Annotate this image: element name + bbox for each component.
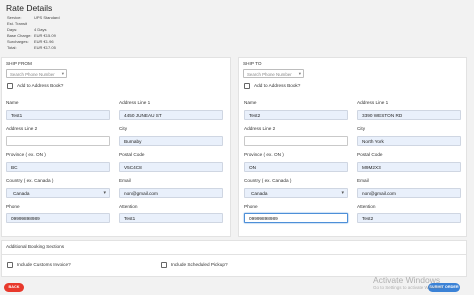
ship-to-title: SHIP TO: [243, 61, 262, 66]
ship-to-name-field[interactable]: Test2: [244, 110, 348, 120]
ship-from-phone-label: Phone: [6, 204, 20, 209]
ship-to-province-field[interactable]: ON: [244, 162, 348, 172]
ship-from-city-field[interactable]: Burnaby: [119, 136, 223, 146]
activate-windows-watermark: Activate Windows Go to Settings to activ…: [373, 275, 444, 290]
ship-from-province-field[interactable]: BC: [6, 162, 110, 172]
ship-from-province-label: Province ( ex. ON ): [6, 152, 46, 157]
ship-from-attention-label: Attention: [119, 204, 138, 209]
ship-from-address1-field[interactable]: 4450 JUNEAU ST: [119, 110, 223, 120]
ship-from-country-label: Country ( ex. Canada ): [6, 178, 54, 183]
back-button[interactable]: BACK: [4, 283, 24, 292]
rate-value: EUR €15.09: [34, 32, 56, 38]
ship-from-title: SHIP FROM: [6, 61, 32, 66]
rate-row: Total: EUR €17.05: [7, 45, 60, 51]
ship-from-email-label: Email: [119, 178, 131, 183]
rate-details: Rate Details: [6, 3, 52, 13]
ship-to-address-book-checkbox[interactable]: [244, 83, 250, 89]
scheduled-pickup-checkbox[interactable]: [161, 262, 167, 268]
customs-invoice-checkbox[interactable]: [7, 262, 13, 268]
ship-from-name-field[interactable]: Test1: [6, 110, 110, 120]
rate-value: EUR €17.05: [34, 44, 56, 50]
ship-to-postal-field[interactable]: M9M2X3: [357, 162, 461, 172]
rate-label: Total:: [7, 44, 17, 50]
rate-row: Est. Transit Days: 4 Days: [7, 21, 60, 33]
rate-label: Est. Transit Days:: [7, 20, 28, 32]
rate-rows: Service: UPS Standard Est. Transit Days: 4…: [7, 15, 60, 50]
ship-to-phone-field[interactable]: 09999898989: [244, 213, 348, 223]
ship-from-address2-field[interactable]: [6, 136, 110, 146]
ship-to-address2-field[interactable]: [244, 136, 348, 146]
rate-value: EUR €1.96: [34, 38, 54, 44]
customs-invoice-label: Include Customs Invoice?: [17, 262, 71, 267]
rate-value: UPS Standard: [34, 15, 60, 20]
additional-sections-title: Additional Booking Sections: [6, 244, 65, 249]
ship-to-country-label: Country ( ex. Canada ): [244, 178, 292, 183]
ship-to-address-book-label: Add to Address Book?: [254, 83, 301, 88]
watermark-title: Activate Windows: [373, 275, 441, 285]
ship-to-country-select[interactable]: Canada: [244, 188, 348, 198]
ship-from-address-book-checkbox[interactable]: [7, 83, 13, 89]
ship-to-city-label: City: [357, 126, 366, 131]
ship-from-postal-field[interactable]: V5C4C8: [119, 162, 223, 172]
ship-to-address1-field[interactable]: 3390 WESTON RD: [357, 110, 461, 120]
ship-from-postal-label: Postal Code: [119, 152, 145, 157]
ship-to-province-label: Province ( ex. ON ): [244, 152, 284, 157]
ship-from-address2-label: Address Line 2: [6, 126, 38, 131]
ship-to-address2-label: Address Line 2: [244, 126, 276, 131]
ship-from-attention-field[interactable]: Test1: [119, 213, 223, 223]
ship-from-address-book-label: Add to Address Book?: [17, 83, 64, 88]
ship-from-phone-field[interactable]: 09999898989: [6, 213, 110, 223]
ship-to-email-label: Email: [357, 178, 369, 183]
rate-details-title: Rate Details: [6, 3, 53, 13]
ship-to-address1-label: Address Line 1: [357, 100, 389, 105]
ship-to-phone-label: Phone: [244, 204, 258, 209]
ship-from-name-label: Name: [6, 100, 19, 105]
rate-value: 4 Days: [34, 26, 47, 32]
ship-to-attention-field[interactable]: Test2: [357, 213, 461, 223]
ship-to-postal-label: Postal Code: [357, 152, 383, 157]
ship-from-city-label: City: [119, 126, 128, 131]
ship-to-attention-label: Attention: [357, 204, 376, 209]
ship-to-name-label: Name: [244, 100, 257, 105]
additional-sections-panel: [1, 240, 467, 277]
ship-from-country-select[interactable]: Canada: [6, 188, 110, 198]
ship-from-search-input[interactable]: Search Phone Number: [6, 69, 67, 78]
additional-divider: [1, 254, 467, 255]
scheduled-pickup-label: Include Scheduled Pickup?: [171, 262, 228, 267]
ship-to-search-input[interactable]: Search Phone Number: [243, 69, 304, 78]
ship-from-address1-label: Address Line 1: [119, 100, 151, 105]
ship-to-email-field[interactable]: non@gmail.com: [357, 188, 461, 198]
ship-to-city-field[interactable]: North York: [357, 136, 461, 146]
ship-from-email-field[interactable]: non@gmail.com: [119, 188, 223, 198]
watermark-subtitle: Go to Settings to activate Windows.: [373, 285, 445, 290]
